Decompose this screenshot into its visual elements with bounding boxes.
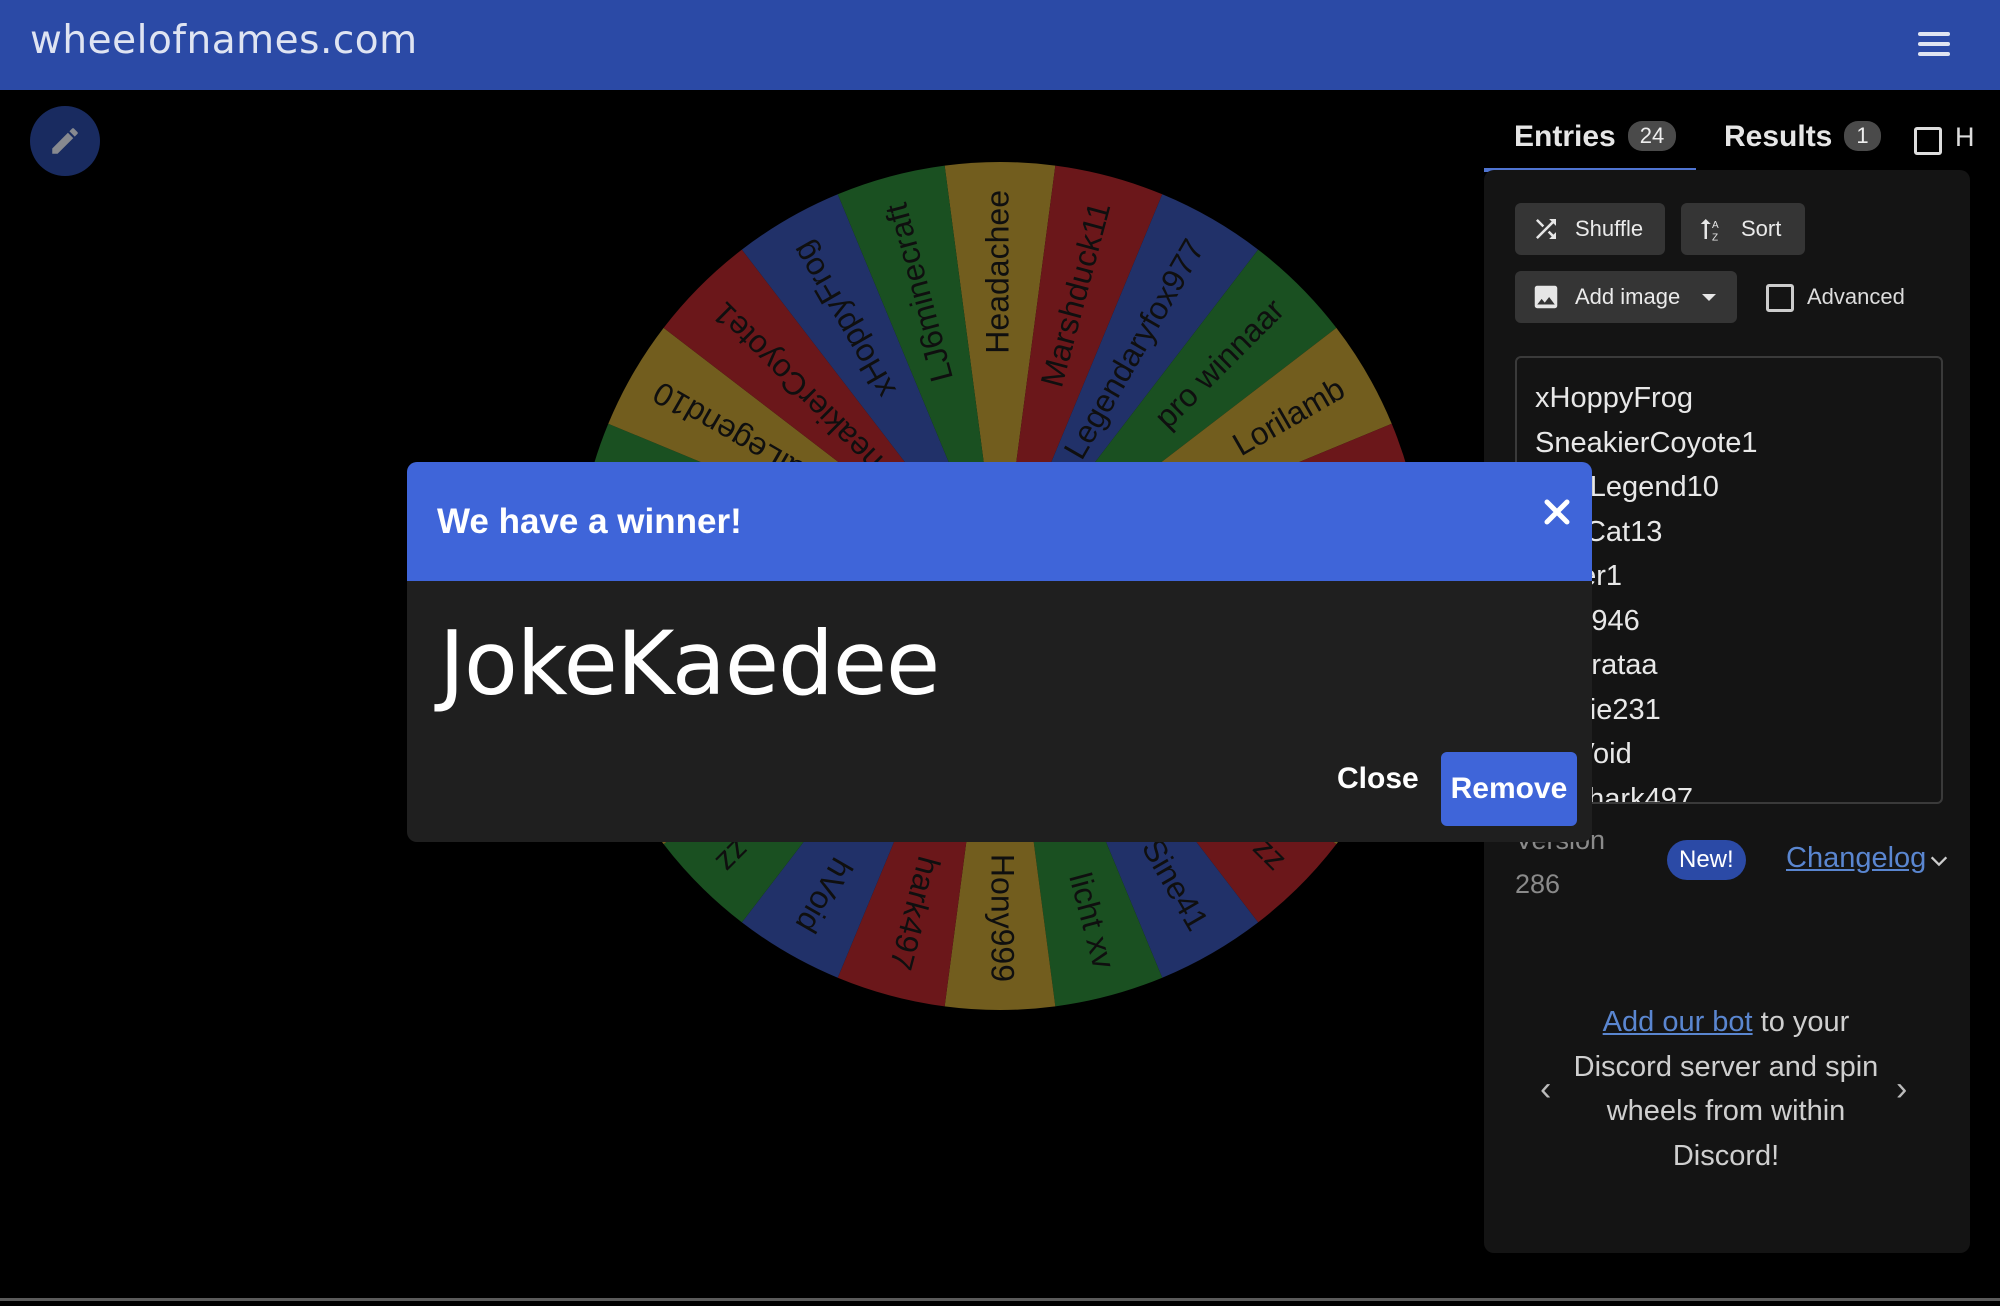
tab-entries[interactable]: Entries 24: [1514, 120, 1677, 154]
close-icon[interactable]: [1537, 492, 1577, 532]
tab-results[interactable]: Results 1: [1724, 120, 1881, 154]
entry-item: SneakierCoyote1: [1535, 426, 1758, 459]
sort-button[interactable]: AZ Sort: [1681, 203, 1805, 255]
advanced-label: Advanced: [1807, 284, 1905, 309]
add-bot-link[interactable]: Add our bot: [1603, 1006, 1753, 1038]
winner-dialog-header: We have a winner!: [407, 462, 1592, 581]
svg-text:Z: Z: [1712, 232, 1718, 243]
entry-item: xHoppyFrog: [1535, 382, 1693, 414]
image-icon: [1531, 282, 1561, 312]
new-badge: New!: [1667, 840, 1746, 880]
advanced-checkbox[interactable]: [1766, 284, 1794, 312]
chevron-down-icon[interactable]: [1928, 850, 1950, 872]
caret-down-icon: [1702, 293, 1717, 301]
top-bar: wheelofnames.com: [0, 0, 2000, 90]
winner-dialog: We have a winner! JokeKaedee Close Remov…: [407, 462, 1592, 842]
close-button[interactable]: Close: [1317, 752, 1439, 806]
svg-text:A: A: [1712, 220, 1719, 231]
shuffle-icon: [1531, 214, 1561, 244]
site-title[interactable]: wheelofnames.com: [30, 18, 418, 63]
shuffle-label: Shuffle: [1575, 216, 1644, 241]
hide-checkbox[interactable]: [1914, 127, 1942, 155]
shuffle-button[interactable]: Shuffle: [1515, 203, 1665, 255]
bottom-divider: [0, 1298, 2000, 1301]
version-number: 286: [1515, 869, 1561, 899]
tab-results-label: Results: [1724, 120, 1833, 153]
discord-promo: Add our bot to your Discord server and s…: [1560, 1000, 1892, 1178]
results-count-badge: 1: [1844, 121, 1881, 151]
remove-button[interactable]: Remove: [1441, 752, 1577, 826]
carousel-next-icon[interactable]: ›: [1896, 1070, 1907, 1109]
hamburger-menu-icon[interactable]: [1914, 26, 1954, 62]
sort-icon: AZ: [1697, 214, 1727, 244]
add-image-label: Add image: [1575, 284, 1681, 309]
carousel-prev-icon[interactable]: ‹: [1540, 1070, 1551, 1109]
sort-label: Sort: [1741, 216, 1782, 241]
entries-count-badge: 24: [1627, 121, 1677, 151]
winner-dialog-title: We have a winner!: [437, 502, 742, 541]
changelog-link[interactable]: Changelog: [1786, 842, 1926, 875]
add-image-button[interactable]: Add image: [1515, 271, 1737, 323]
tab-entries-label: Entries: [1514, 120, 1616, 153]
hide-label: H: [1955, 122, 1975, 152]
winner-name: JokeKaedee: [439, 612, 940, 715]
